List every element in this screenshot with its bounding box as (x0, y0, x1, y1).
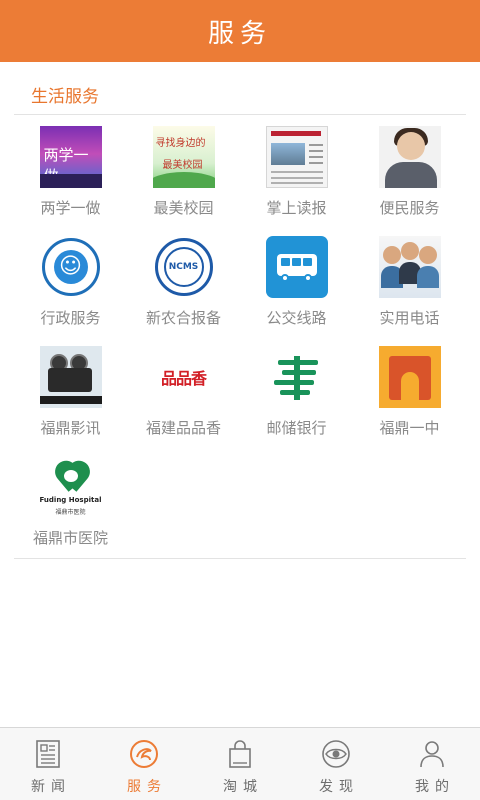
icon-caption: 最美校园 (162, 160, 203, 171)
service-label: 邮储银行 (266, 419, 327, 437)
newspaper-icon (265, 126, 328, 188)
service-label: 两学一做 (40, 199, 101, 217)
service-item-liangxue[interactable]: 两学一做 两学一做 (14, 118, 127, 228)
ncms-icon: NCMS (153, 236, 215, 298)
grid-bottom-divider (14, 558, 466, 559)
section-divider (14, 114, 466, 115)
tab-discover[interactable]: 发现 (288, 728, 384, 800)
service-item-pinpinxiang[interactable]: 品品香 福建品品香 (127, 338, 240, 448)
service-label: 最美校园 (153, 199, 214, 217)
icon-caption: 品品香 (160, 369, 207, 388)
film-camera-icon (39, 346, 102, 408)
service-label: 福建品品香 (145, 419, 221, 437)
service-label: 福鼎市医院 (32, 529, 108, 547)
service-item-hospital[interactable]: Fuding Hospital 福鼎市医院 福鼎市医院 (14, 448, 127, 558)
service-item-phone[interactable]: 实用电话 (353, 228, 466, 338)
icon-caption: 寻找身边的 (155, 138, 206, 149)
page-title: 服务 (207, 18, 272, 49)
service-tab-icon (130, 740, 158, 768)
tab-news[interactable]: 新闻 (0, 728, 96, 800)
campus-icon: 寻找身边的 最美校园 (152, 126, 215, 188)
service-label: 实用电话 (379, 309, 440, 327)
service-item-admin[interactable]: ☺ 行政服务 (14, 228, 127, 338)
tab-label: 新闻 (31, 779, 71, 795)
icon-caption: Fuding Hospital (39, 496, 102, 504)
discover-eye-icon (322, 740, 350, 768)
service-item-ncms[interactable]: NCMS 新农合报备 (127, 228, 240, 338)
postal-bank-icon (265, 346, 328, 408)
icon-caption: 福鼎市医院 (55, 509, 86, 516)
newspaper-tab-icon (36, 740, 60, 768)
service-item-film[interactable]: 福鼎影讯 (14, 338, 127, 448)
service-item-fuding-no1[interactable]: 福鼎一中 (353, 338, 466, 448)
icon-caption: NCMS (163, 247, 204, 287)
profile-icon (420, 741, 444, 768)
smile-glyph: ☺ (53, 250, 88, 284)
section-title: 生活服务 (31, 87, 99, 107)
service-item-postal-bank[interactable]: 邮储银行 (240, 338, 353, 448)
service-label: 行政服务 (40, 309, 101, 327)
tab-shop[interactable]: 淘城 (192, 728, 288, 800)
tab-mine[interactable]: 我的 (384, 728, 480, 800)
service-grid: 两学一做 两学一做 寻找身边的 最美校园 最美校园 (14, 118, 466, 558)
customer-service-icon (378, 126, 441, 188)
service-item-campus[interactable]: 寻找身边的 最美校园 最美校园 (127, 118, 240, 228)
school-gate-icon (378, 346, 441, 408)
liangxue-yizuo-icon: 两学一做 (39, 126, 102, 188)
tab-label: 我的 (415, 779, 455, 795)
phone-operators-icon (378, 236, 441, 298)
bottom-tab-bar: 新闻 服务 淘城 发现 我的 (0, 727, 480, 800)
service-label: 福鼎影讯 (40, 419, 101, 437)
service-item-convenience[interactable]: 便民服务 (353, 118, 466, 228)
service-label: 公交线路 (266, 309, 327, 327)
service-item-newspaper[interactable]: 掌上读报 (240, 118, 353, 228)
tab-label: 发现 (319, 779, 359, 795)
tab-label: 淘城 (223, 779, 263, 795)
tab-label: 服务 (127, 779, 167, 795)
shopping-bag-icon (229, 740, 251, 768)
app-header: 服务 (0, 0, 480, 62)
service-label: 掌上读报 (266, 199, 327, 217)
service-item-bus[interactable]: 公交线路 (240, 228, 353, 338)
pinpinxiang-logo-icon: 品品香 (153, 346, 215, 408)
admin-service-icon: ☺ (40, 236, 102, 298)
bus-icon (265, 236, 328, 298)
hospital-logo-icon: Fuding Hospital 福鼎市医院 (39, 456, 102, 518)
service-label: 福鼎一中 (379, 419, 440, 437)
service-label: 新农合报备 (145, 309, 221, 327)
service-label: 便民服务 (379, 199, 440, 217)
tab-service[interactable]: 服务 (96, 728, 192, 800)
